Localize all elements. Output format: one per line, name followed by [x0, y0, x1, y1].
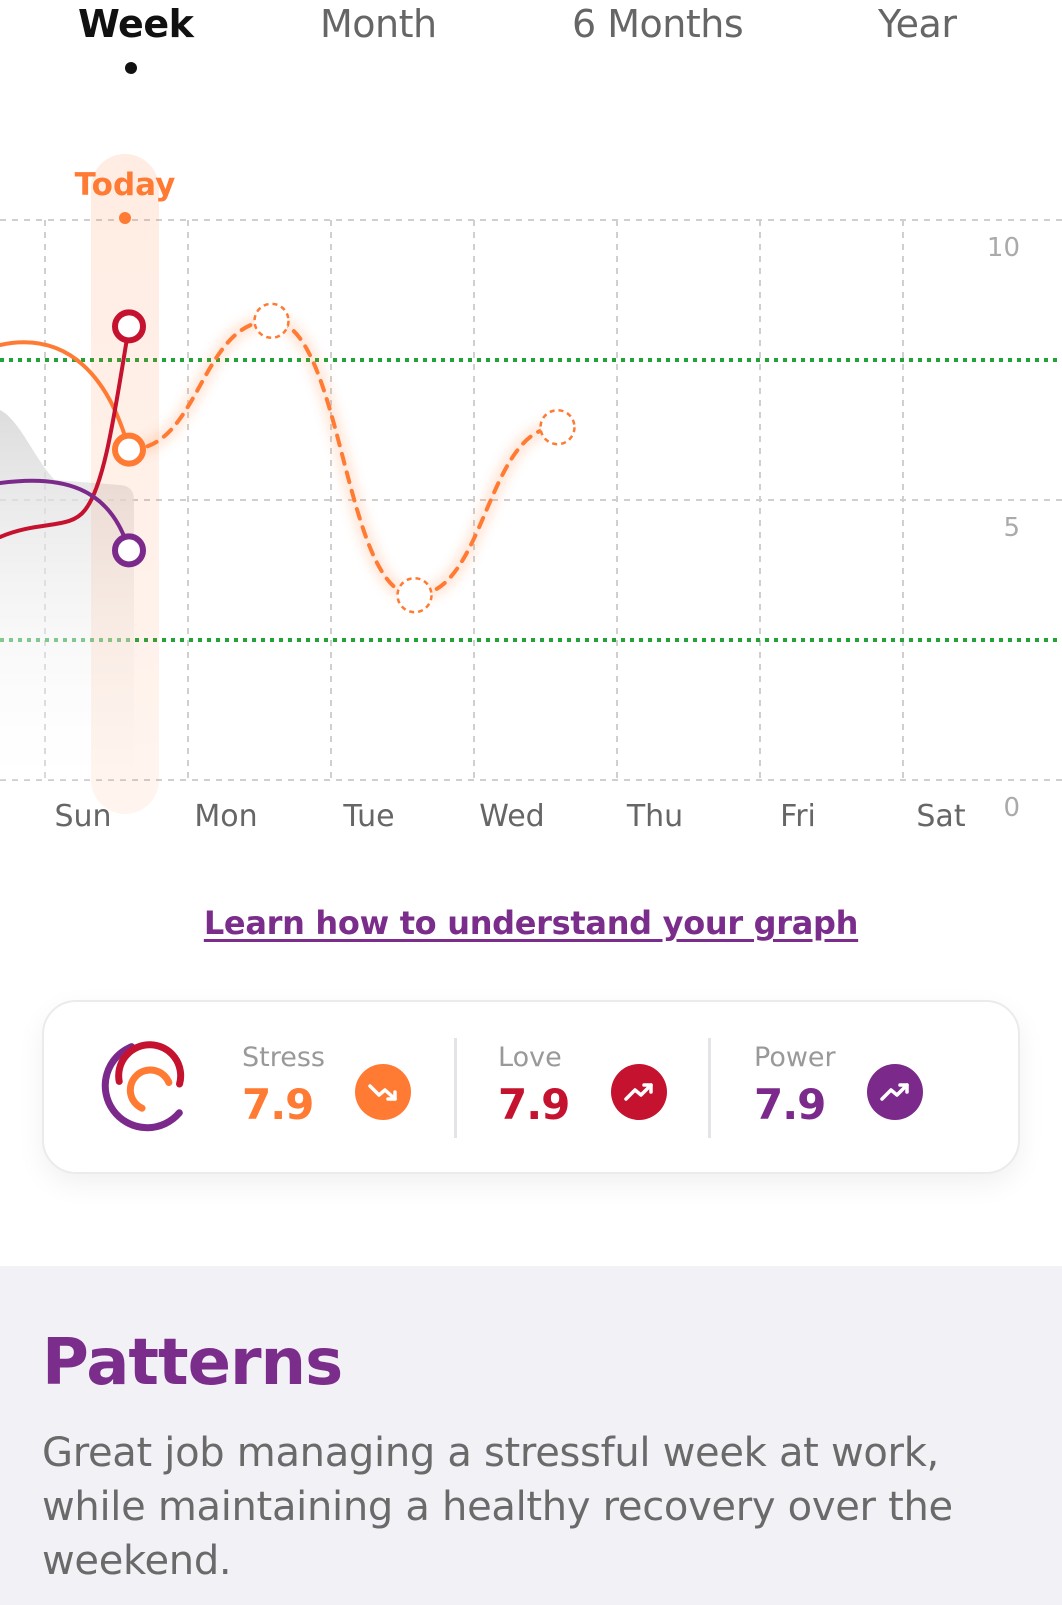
weekly-chart: Today Sun Mon Tue Wed Thu Fri Sat 10 5 0 [0, 154, 1062, 834]
metric-value: 7.9 [754, 1080, 826, 1129]
y-tick-label: 5 [1003, 513, 1020, 543]
forecast-point [253, 302, 290, 340]
tab-year[interactable]: Year [878, 2, 957, 46]
learn-graph-link[interactable]: Learn how to understand your graph [0, 904, 1062, 942]
metric-label: Power [754, 1042, 836, 1073]
period-tabs: Week Month 6 Months Year [0, 0, 1062, 90]
metric-label: Love [498, 1042, 562, 1073]
day-label-thu: Thu [626, 799, 683, 834]
y-tick-label: 0 [1003, 793, 1020, 823]
metric-value: 7.9 [242, 1080, 314, 1129]
day-label-fri: Fri [780, 799, 816, 834]
marker-stress [112, 432, 146, 467]
trend-up-icon [867, 1064, 923, 1120]
marker-power [112, 533, 146, 568]
summary-card[interactable]: Stress 7.9 Love 7.9 Power 7.9 [42, 1000, 1020, 1174]
patterns-section: Patterns Great job managing a stressful … [0, 1266, 1062, 1605]
forecast-point [539, 408, 576, 446]
tab-6-months[interactable]: 6 Months [572, 2, 744, 46]
day-label-sat: Sat [916, 799, 965, 834]
metric-divider [708, 1038, 711, 1138]
app-logo-icon [101, 1041, 185, 1132]
today-highlight [91, 154, 159, 814]
metric-divider [454, 1038, 457, 1138]
y-tick-label: 10 [987, 233, 1020, 263]
today-label: Today [75, 167, 176, 203]
day-label-tue: Tue [342, 799, 394, 834]
metric-value: 7.9 [498, 1080, 570, 1129]
trend-down-icon [355, 1064, 411, 1120]
chart-labels: Today Sun Mon Tue Wed Thu Fri Sat 10 5 0 [54, 167, 1020, 834]
metric-label: Stress [242, 1042, 325, 1073]
chart-grid [0, 219, 1062, 781]
tab-week[interactable]: Week [78, 2, 194, 46]
day-label-sun: Sun [54, 799, 111, 834]
trend-up-icon [611, 1064, 667, 1120]
day-label-mon: Mon [194, 799, 257, 834]
marker-love [112, 309, 146, 344]
tab-month[interactable]: Month [320, 2, 437, 46]
stress-forecast-series [127, 302, 576, 614]
patterns-description: Great job managing a stressful week at w… [42, 1430, 953, 1584]
active-tab-indicator [125, 62, 137, 74]
forecast-point [396, 576, 433, 614]
today-dot [119, 212, 131, 224]
patterns-title: Patterns [42, 1326, 343, 1400]
day-label-wed: Wed [479, 799, 544, 834]
